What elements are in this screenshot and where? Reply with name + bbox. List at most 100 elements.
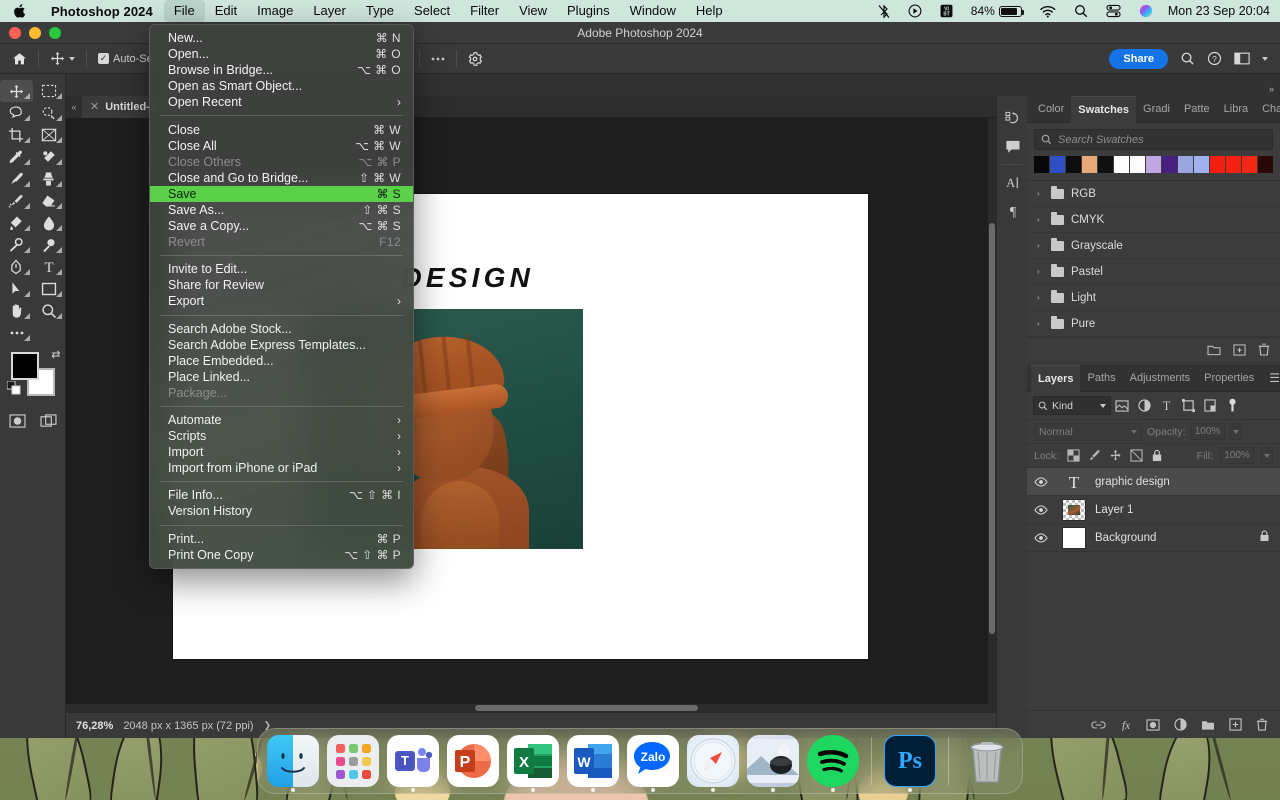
menu-item-file[interactable]: File <box>163 0 205 22</box>
new-swatch-icon[interactable] <box>1233 343 1246 356</box>
layer-name[interactable]: Background <box>1093 532 1259 544</box>
filter-adjustment-icon[interactable] <box>1133 396 1155 416</box>
new-adjustment-layer-icon[interactable] <box>1174 718 1187 731</box>
chevron-down-icon[interactable] <box>1262 56 1268 61</box>
layer-name[interactable]: graphic design <box>1093 476 1280 488</box>
filter-toggle-icon[interactable] <box>1221 396 1243 416</box>
eye-icon[interactable] <box>1034 476 1048 487</box>
add-layer-mask-icon[interactable] <box>1146 718 1160 731</box>
tab-layers[interactable]: Layers <box>1031 364 1081 392</box>
blur-tool[interactable] <box>33 212 66 234</box>
menu-item-share-for-review[interactable]: Share for Review <box>150 277 413 293</box>
menu-item-close[interactable]: Close ⌘ W <box>150 121 413 137</box>
layer-fx-icon[interactable]: fx <box>1120 718 1132 731</box>
menu-item-new[interactable]: New... ⌘ N <box>150 30 413 46</box>
window-controls[interactable] <box>0 26 61 39</box>
apple-logo-icon[interactable] <box>0 3 40 19</box>
menu-item-close-and-go-to-bridge[interactable]: Close and Go to Bridge... ⇧ ⌘ W <box>150 170 413 186</box>
collapse-panels-icon[interactable]: » <box>1269 84 1274 94</box>
control-center-icon[interactable] <box>1097 4 1130 18</box>
panel-menu-icon[interactable]: ☰ <box>1261 371 1280 385</box>
menu-item-open[interactable]: Open... ⌘ O <box>150 46 413 62</box>
color-swatch[interactable] <box>1082 156 1097 173</box>
close-icon[interactable]: ✕ <box>90 100 99 113</box>
menu-item-help[interactable]: Help <box>686 0 733 22</box>
eye-icon[interactable] <box>1034 532 1048 543</box>
collapse-tabs-button[interactable]: « <box>66 96 82 118</box>
color-swatch[interactable] <box>1066 156 1081 173</box>
auto-select-checkbox[interactable]: ✓ Auto-Se <box>94 51 157 67</box>
dock-item-excel[interactable]: X <box>507 735 559 792</box>
color-swatch[interactable] <box>1050 156 1065 173</box>
chevron-down-icon[interactable] <box>69 56 75 61</box>
tab-color[interactable]: Color <box>1031 96 1071 123</box>
menu-item-edit[interactable]: Edit <box>205 0 247 22</box>
dock-item-finder[interactable] <box>267 735 319 792</box>
color-swatch[interactable] <box>1210 156 1225 173</box>
frame-tool[interactable] <box>33 124 66 146</box>
swap-colors-icon[interactable]: ⇄ <box>51 348 60 361</box>
wifi-icon[interactable] <box>1031 5 1065 18</box>
clone-stamp-tool[interactable] <box>33 168 66 190</box>
menu-item-open-recent[interactable]: Open Recent › <box>150 94 413 110</box>
default-colors-icon[interactable] <box>6 380 21 400</box>
swatches-search-input[interactable]: Search Swatches <box>1034 129 1273 150</box>
tab-swatches[interactable]: Swatches <box>1071 95 1137 123</box>
chevron-right-icon[interactable]: › <box>1037 293 1044 302</box>
filter-pixel-icon[interactable] <box>1111 396 1133 416</box>
layer-visibility-toggle[interactable] <box>1027 532 1055 543</box>
layer-thumbnail[interactable]: T <box>1055 472 1093 492</box>
link-layers-icon[interactable] <box>1091 720 1106 730</box>
lock-artboard-icon[interactable] <box>1129 449 1143 463</box>
pen-tool[interactable] <box>0 256 33 278</box>
share-button[interactable]: Share <box>1109 48 1168 69</box>
vpn-icon[interactable]: VI ST <box>931 4 962 18</box>
menu-item-close-all[interactable]: Close All ⌥ ⌘ W <box>150 138 413 154</box>
new-group-icon[interactable] <box>1201 719 1215 731</box>
history-panel-icon[interactable] <box>997 104 1028 132</box>
color-swatch[interactable] <box>1114 156 1129 173</box>
color-swatch[interactable] <box>1130 156 1145 173</box>
file-menu-dropdown[interactable]: New... ⌘ N Open... ⌘ O Browse in Bridge... ⌥ … <box>149 24 414 569</box>
spotlight-search-icon[interactable] <box>1065 4 1097 18</box>
lock-image-icon[interactable] <box>1087 449 1101 463</box>
menu-item-export[interactable]: Export › <box>150 293 413 309</box>
menu-item-search-adobe-express-templates[interactable]: Search Adobe Express Templates... <box>150 337 413 353</box>
color-swatch[interactable] <box>1242 156 1257 173</box>
menu-item-window[interactable]: Window <box>620 0 686 22</box>
dock-item-zalo[interactable]: Zalo <box>627 735 679 792</box>
chevron-right-icon[interactable]: › <box>1037 319 1044 328</box>
dock-item-preview[interactable] <box>747 735 799 792</box>
help-icon[interactable]: ? <box>1207 51 1222 66</box>
brush-tool[interactable] <box>0 168 33 190</box>
color-swatch[interactable] <box>1194 156 1209 173</box>
lock-transparency-icon[interactable] <box>1066 449 1080 463</box>
tab-properties[interactable]: Properties <box>1197 365 1261 392</box>
swatch-group-pastel[interactable]: › Pastel <box>1027 259 1280 285</box>
search-icon[interactable] <box>1180 51 1195 66</box>
menu-item-layer[interactable]: Layer <box>303 0 356 22</box>
color-swatch[interactable] <box>1178 156 1193 173</box>
dock-item-powerpoint[interactable]: P <box>447 735 499 787</box>
checkbox-checked-icon[interactable]: ✓ <box>98 53 109 64</box>
layer-kind-select[interactable]: Kind <box>1033 396 1111 415</box>
color-swatch[interactable] <box>1146 156 1161 173</box>
filter-smart-object-icon[interactable] <box>1199 396 1221 416</box>
menu-item-search-adobe-stock[interactable]: Search Adobe Stock... <box>150 321 413 337</box>
menu-bar-app-name[interactable]: Photoshop 2024 <box>40 4 164 19</box>
layer-visibility-toggle[interactable] <box>1027 504 1055 515</box>
eyedropper-tool[interactable] <box>0 146 33 168</box>
tab-libraries[interactable]: Libra <box>1217 96 1255 123</box>
character-panel-icon[interactable]: A <box>997 169 1028 197</box>
siri-icon[interactable] <box>1130 4 1162 18</box>
gradient-tool[interactable] <box>0 212 33 234</box>
foreground-color-swatch[interactable] <box>10 352 39 380</box>
zoom-level[interactable]: 76,28% <box>66 720 123 732</box>
layer-visibility-toggle[interactable] <box>1027 476 1055 487</box>
menu-item-select[interactable]: Select <box>404 0 460 22</box>
filter-type-icon[interactable]: T <box>1155 396 1177 416</box>
tab-channels[interactable]: Chan <box>1255 96 1280 123</box>
tab-patterns[interactable]: Patte <box>1177 96 1217 123</box>
menu-item-place-embedded[interactable]: Place Embedded... <box>150 353 413 369</box>
workspace-icon[interactable] <box>1234 52 1250 65</box>
